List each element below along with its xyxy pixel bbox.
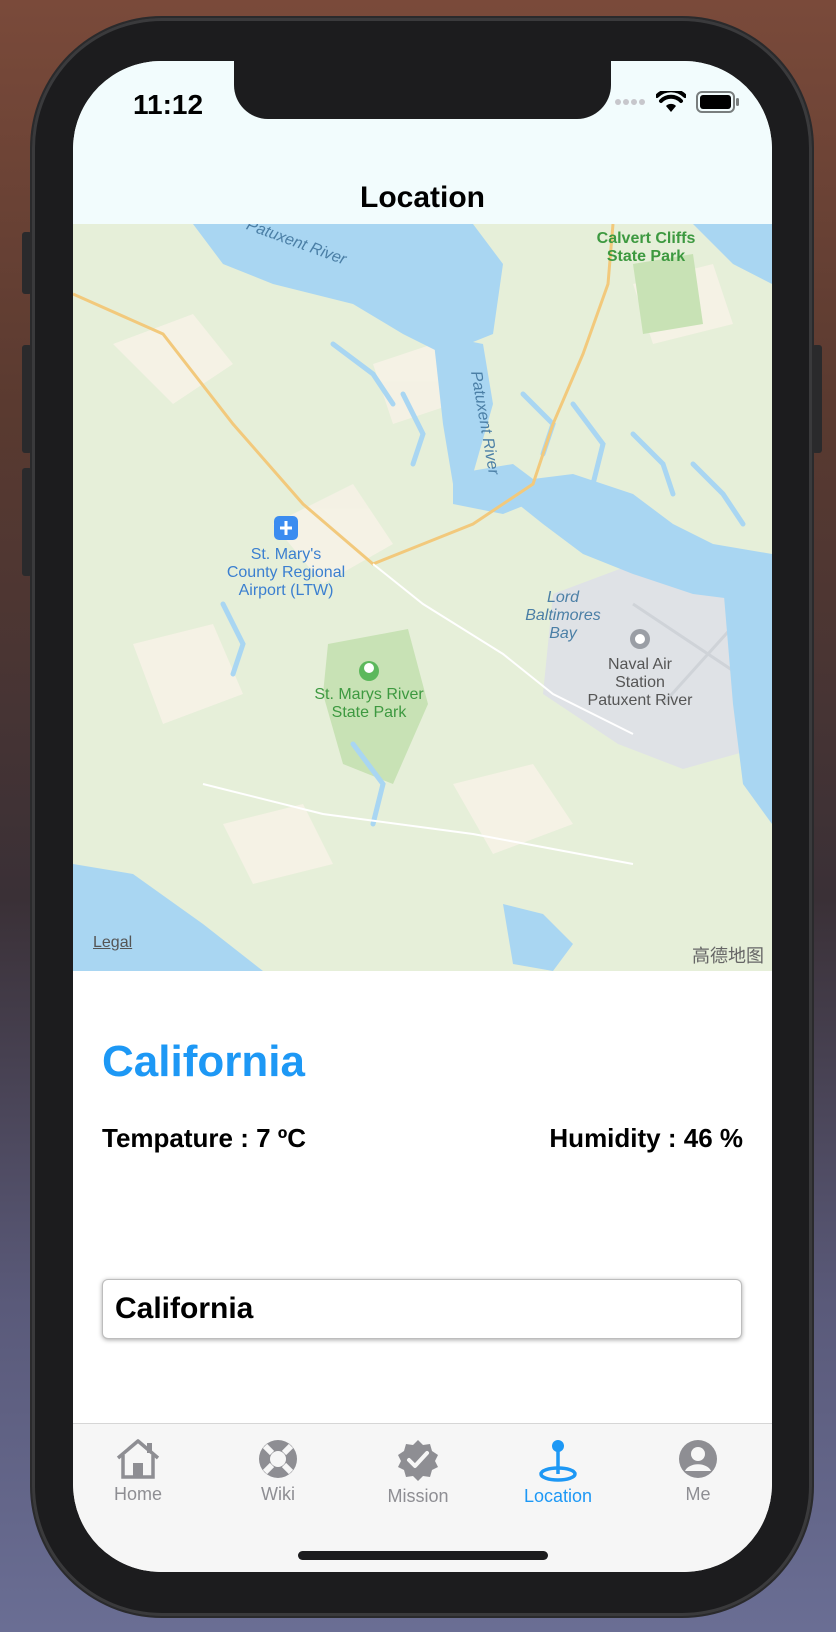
map-label-naval-air-station: Naval Air Station Patuxent River	[587, 656, 693, 709]
map-label-st-marys-park: St. Marys River State Park	[314, 686, 424, 721]
tab-mission[interactable]: Mission	[363, 1438, 473, 1507]
map-label-lord-baltimores-bay: Lord Baltimores Bay	[525, 589, 601, 642]
house-icon	[116, 1439, 160, 1479]
temperature-label: Tempature : 7 ºC	[102, 1123, 307, 1153]
tab-me[interactable]: Me	[643, 1438, 753, 1505]
weather-panel: California Tempature : 7 ºC Humidity : 4…	[73, 971, 772, 1421]
wifi-icon	[656, 91, 686, 112]
map-label-airport: St. Mary's County Regional Airport (LTW)	[226, 546, 346, 599]
battery-icon	[696, 91, 739, 113]
map-pin-icon	[539, 1440, 577, 1482]
volume-down-button	[22, 468, 32, 576]
page-title: Location	[360, 181, 485, 214]
power-button	[812, 345, 822, 453]
tab-mission-label: Mission	[387, 1486, 449, 1506]
home-indicator[interactable]	[298, 1551, 548, 1560]
legal-link[interactable]: Legal	[93, 934, 132, 952]
tab-home-label: Home	[113, 1484, 162, 1504]
city-name: California	[102, 1037, 305, 1086]
map-label-calvert: Calvert Cliffs State Park	[596, 230, 696, 265]
signal-icon	[615, 99, 645, 105]
notch	[234, 61, 611, 119]
tab-wiki[interactable]: Wiki	[223, 1438, 333, 1505]
status-time: 11:12	[133, 89, 204, 120]
tab-location[interactable]: Location	[503, 1438, 613, 1507]
status-icons	[614, 91, 740, 113]
city-search-input[interactable]	[102, 1279, 742, 1339]
screen: 11:12 Location Patuxent River Calvert Cl…	[73, 61, 772, 1572]
tab-wiki-label: Wiki	[261, 1484, 295, 1504]
mute-switch	[22, 232, 32, 294]
tab-me-label: Me	[685, 1484, 711, 1504]
checkmark-seal-icon	[398, 1440, 438, 1481]
person-circle-icon	[679, 1440, 717, 1478]
lifebuoy-icon	[259, 1440, 297, 1478]
volume-up-button	[22, 345, 32, 453]
map-attribution: 高德地图	[692, 946, 764, 966]
tab-bar: Home Wiki Mission Location Me	[73, 1423, 772, 1572]
map-graphic	[73, 224, 772, 971]
map-view[interactable]: Patuxent River Calvert Cliffs State Park …	[73, 224, 772, 971]
tab-home[interactable]: Home	[83, 1438, 193, 1505]
humidity-label: Humidity : 46 %	[549, 1123, 743, 1153]
tab-location-label: Location	[523, 1486, 593, 1506]
